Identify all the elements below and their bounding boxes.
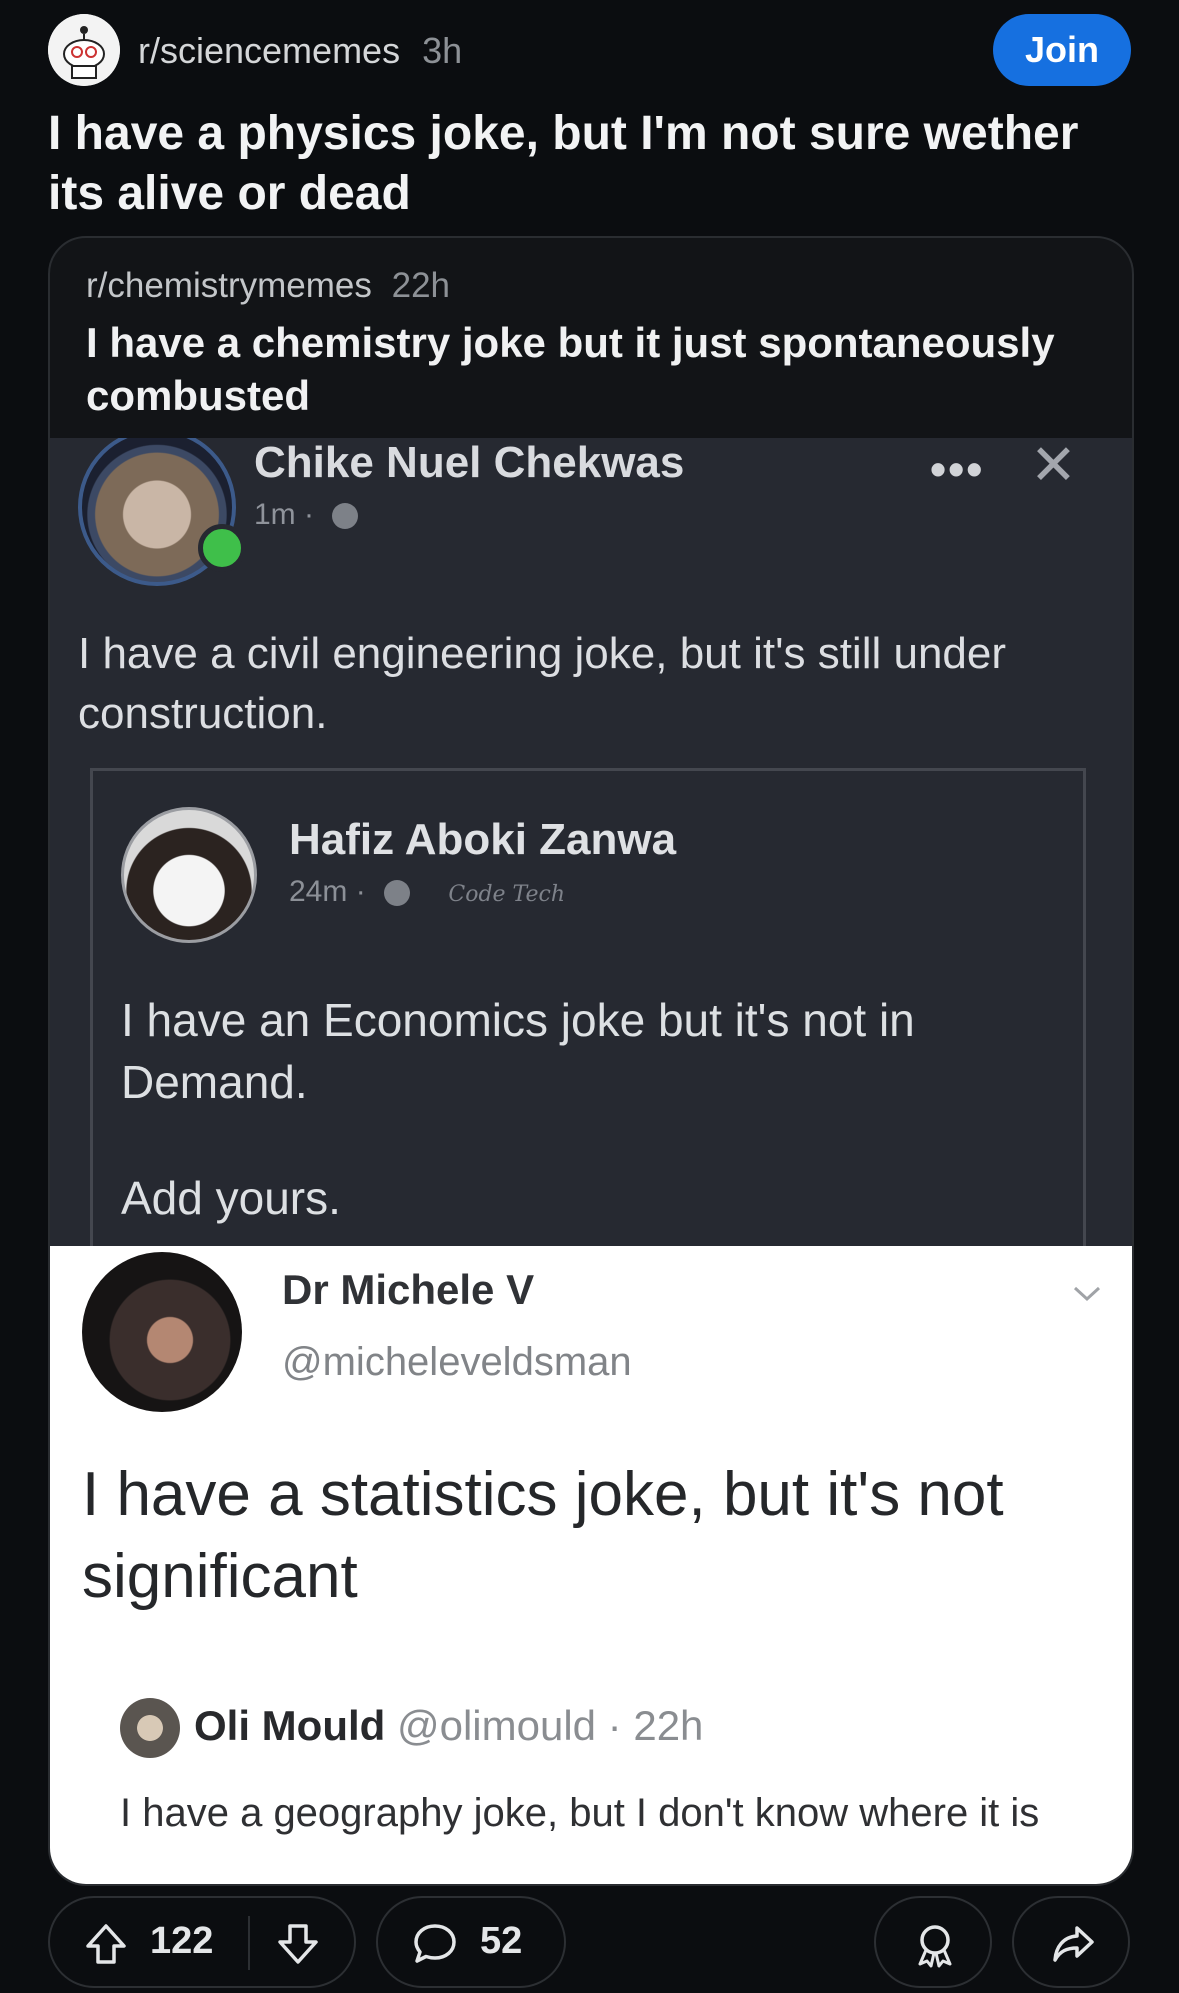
crosspost-subreddit[interactable]: r/chemistrymemes (86, 266, 372, 305)
chevron-down-icon (1072, 1274, 1102, 1311)
downvote-icon[interactable] (276, 1922, 320, 1971)
upvote-icon[interactable] (84, 1922, 128, 1971)
crosspost-card[interactable]: r/chemistrymemes 22h I have a chemistry … (48, 236, 1134, 1886)
fb-time-text: 1m · (254, 498, 314, 531)
reply-author-name: Oli Mould (194, 1702, 386, 1749)
tweet-author-handle: @micheleveldsman (282, 1340, 632, 1384)
online-status-icon (198, 524, 246, 572)
shared-post-text: I have an Economics joke but it's not in… (121, 994, 915, 1108)
fb-author-name: Chike Nuel Chekwas (254, 438, 685, 487)
shared-post-time: 24m · Code Tech (289, 875, 565, 909)
tweet-author-avatar (82, 1252, 242, 1412)
reply-meta: Oli Mould @olimould · 22h (194, 1702, 703, 1750)
award-icon (912, 1922, 958, 1973)
tweet-author-name: Dr Michele V (282, 1266, 535, 1313)
award-button[interactable] (874, 1896, 992, 1988)
comment-count: 52 (480, 1920, 523, 1962)
share-button[interactable] (1012, 1896, 1130, 1988)
post-view: r/sciencememes 3h Join I have a physics … (0, 0, 1179, 1993)
shared-time-text: 24m · (289, 875, 366, 908)
crosspost-meta: r/chemistrymemes 22h (86, 266, 450, 306)
shared-author-avatar (121, 807, 257, 943)
upvote-count: 122 (150, 1920, 214, 1962)
subreddit-avatar[interactable] (48, 14, 120, 86)
signature-watermark: Code Tech (448, 882, 566, 907)
add-yours-text: Add yours. (121, 1172, 341, 1224)
reply-handle-time: @olimould · 22h (396, 1702, 704, 1749)
post-title[interactable]: I have a physics joke, but I'm not sure … (48, 104, 1138, 224)
more-options-icon: ••• (930, 443, 985, 495)
subreddit-name[interactable]: r/sciencememes (138, 30, 400, 71)
reply-author-avatar (120, 1698, 180, 1758)
vote-control: 122 (48, 1896, 356, 1988)
close-icon: ✕ (1030, 438, 1077, 496)
facebook-screenshot: Chike Nuel Chekwas 1m · ••• ✕ I have a c… (50, 438, 1132, 1246)
reddit-scientist-icon (48, 14, 120, 86)
globe-icon (332, 503, 359, 530)
fb-post-text: I have a civil engineering joke, but it'… (78, 629, 1007, 738)
post-header: r/sciencememes 3h Join (48, 14, 1131, 86)
fb-post-time: 1m · (254, 498, 359, 532)
share-icon (1050, 1922, 1096, 1971)
tweet-text: I have a statistics joke, but it's not s… (82, 1460, 1004, 1611)
join-button[interactable]: Join (993, 14, 1131, 86)
post-age: 3h (422, 30, 463, 71)
shared-author-name: Hafiz Aboki Zanwa (289, 815, 677, 864)
vote-divider (248, 1916, 250, 1970)
globe-icon (384, 880, 411, 907)
tweet-screenshot: Dr Michele V @micheleveldsman I have a s… (50, 1246, 1132, 1884)
crosspost-title[interactable]: I have a chemistry joke but it just spon… (86, 316, 1086, 422)
post-meta: r/sciencememes 3h (138, 30, 462, 72)
comments-button[interactable]: 52 (376, 1896, 566, 1988)
post-action-bar: 122 52 (48, 1896, 1131, 1988)
fb-shared-post: Hafiz Aboki Zanwa 24m · Code Tech I have… (90, 768, 1086, 1246)
crosspost-age: 22h (391, 266, 451, 305)
reply-text: I have a geography joke, but I don't kno… (120, 1791, 1040, 1835)
comment-icon (412, 1922, 458, 1971)
